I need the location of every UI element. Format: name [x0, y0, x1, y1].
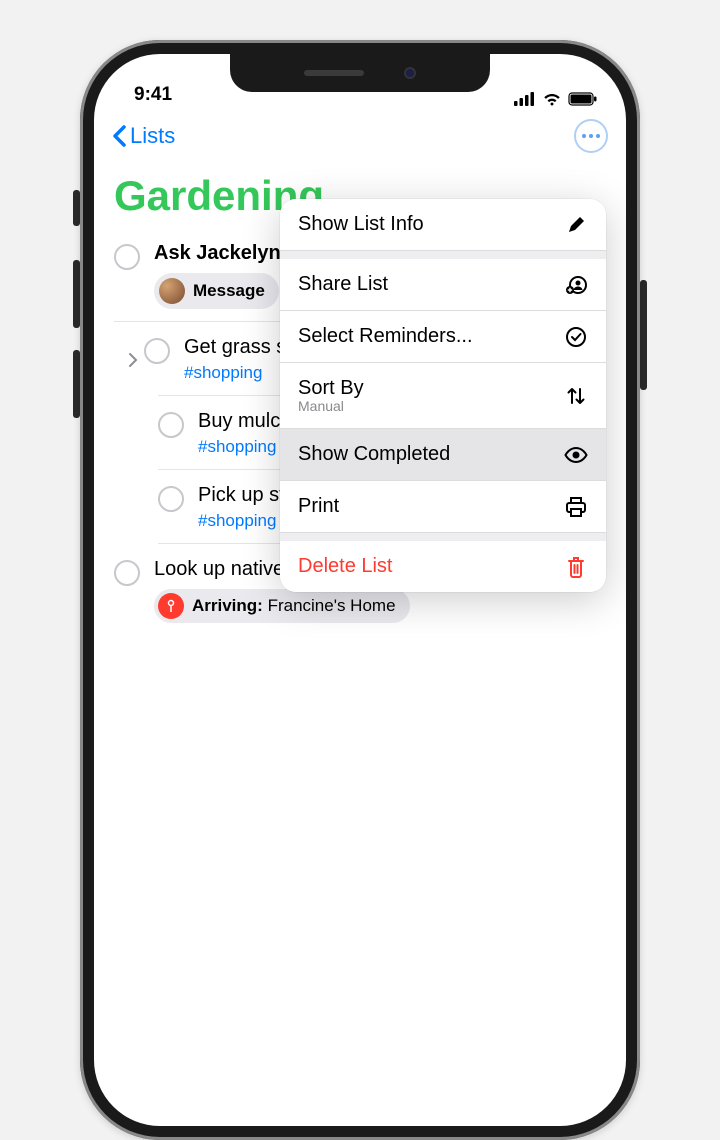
printer-icon [564, 496, 588, 518]
menu-label: Show Completed [298, 443, 450, 466]
sort-arrows-icon [564, 385, 588, 407]
avatar [159, 278, 185, 304]
pencil-icon [564, 215, 588, 235]
location-pin-icon [158, 593, 184, 619]
menu-show-list-info[interactable]: Show List Info [280, 199, 606, 251]
wifi-icon [542, 92, 562, 106]
menu-label: Print [298, 495, 339, 518]
context-menu: Show List Info Share List Select Reminde… [280, 199, 606, 592]
status-time: 9:41 [134, 84, 172, 106]
phone-screen: 9:41 Lists Gardening [94, 54, 626, 1126]
reminder-radio[interactable] [144, 338, 170, 364]
more-button[interactable] [574, 119, 608, 153]
back-label: Lists [130, 123, 175, 149]
volume-down-button[interactable] [73, 350, 80, 418]
menu-share-list[interactable]: Share List [280, 259, 606, 311]
menu-select-reminders[interactable]: Select Reminders... [280, 311, 606, 363]
location-prefix: Arriving: [192, 596, 263, 615]
reminder-radio[interactable] [114, 244, 140, 270]
battery-icon [568, 92, 598, 106]
reminder-radio[interactable] [158, 412, 184, 438]
menu-label: Share List [298, 273, 388, 296]
front-camera [404, 67, 416, 79]
power-button[interactable] [640, 280, 647, 390]
menu-print[interactable]: Print [280, 481, 606, 533]
location-pill[interactable]: Arriving: Francine's Home [154, 589, 410, 623]
cellular-icon [514, 92, 536, 106]
back-button[interactable]: Lists [112, 123, 175, 149]
menu-label: Delete List [298, 555, 393, 578]
menu-separator [280, 251, 606, 259]
menu-sort-by[interactable]: Sort By Manual [280, 363, 606, 429]
menu-show-completed[interactable]: Show Completed [280, 429, 606, 481]
person-add-icon [564, 274, 588, 296]
location-name: Francine's Home [263, 596, 396, 615]
message-pill-label: Message [193, 281, 265, 301]
volume-up-button[interactable] [73, 260, 80, 328]
phone-frame: 9:41 Lists Gardening [80, 40, 640, 1140]
menu-label: Sort By [298, 377, 364, 399]
chevron-right-icon [128, 352, 138, 368]
silence-switch[interactable] [73, 190, 80, 226]
message-pill[interactable]: Message [154, 273, 279, 309]
menu-sub: Manual [298, 398, 364, 414]
check-circle-icon [564, 326, 588, 348]
trash-icon [564, 556, 588, 578]
reminder-radio[interactable] [158, 486, 184, 512]
menu-separator [280, 533, 606, 541]
nav-bar: Lists [94, 112, 626, 160]
menu-label: Select Reminders... [298, 325, 473, 348]
reminder-radio[interactable] [114, 560, 140, 586]
notch [230, 54, 490, 92]
menu-label: Show List Info [298, 213, 424, 236]
menu-delete-list[interactable]: Delete List [280, 541, 606, 592]
speaker-grille [304, 70, 364, 76]
eye-icon [564, 447, 588, 463]
